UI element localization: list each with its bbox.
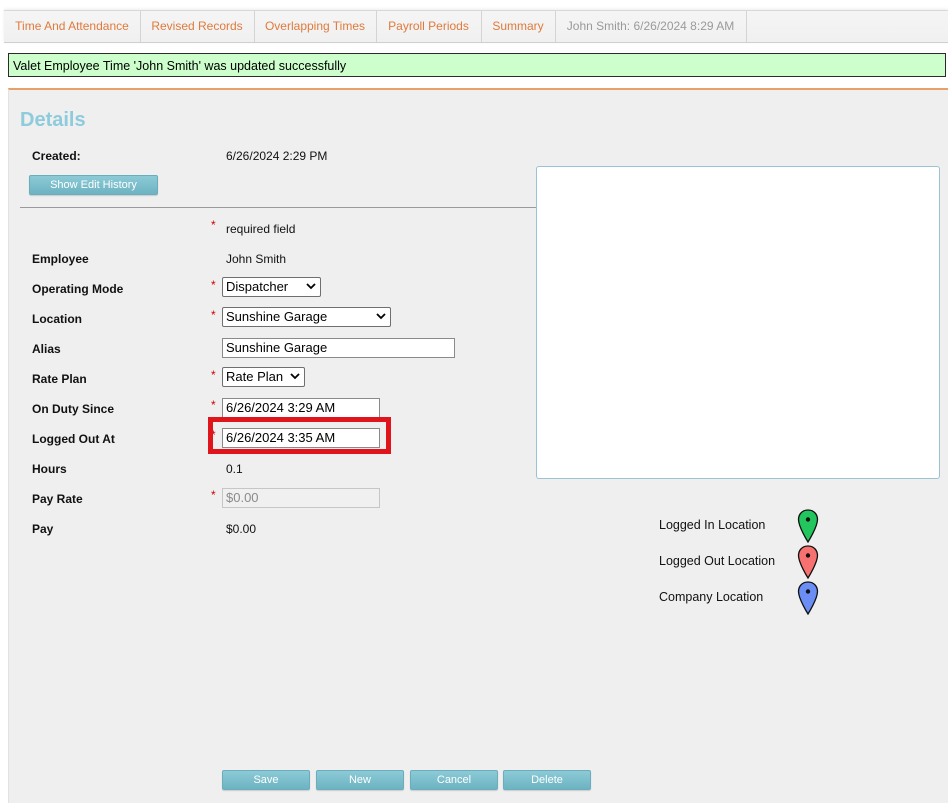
save-button[interactable]: Save bbox=[222, 770, 310, 790]
required-star: * bbox=[211, 398, 216, 412]
details-heading: Details bbox=[20, 109, 86, 131]
green-map-pin-icon bbox=[797, 509, 819, 543]
required-star: * bbox=[211, 488, 216, 502]
pay-rate-input: $0.00 bbox=[222, 488, 380, 508]
rate-plan-select[interactable]: Rate Plan bbox=[222, 367, 305, 387]
legend-logged-out-label: Logged Out Location bbox=[659, 554, 776, 568]
details-panel: Details Created: 6/26/2024 2:29 PM Show … bbox=[8, 88, 948, 803]
chevron-down-icon bbox=[290, 373, 300, 380]
divider bbox=[20, 207, 540, 208]
success-message: Valet Employee Time 'John Smith' was upd… bbox=[8, 53, 946, 77]
highlight-box bbox=[208, 417, 391, 454]
location-label: Location bbox=[32, 312, 82, 326]
required-star: * bbox=[211, 218, 216, 232]
tab-summary[interactable]: Summary bbox=[481, 11, 556, 42]
required-field-note: required field bbox=[226, 222, 296, 236]
location-selected: Sunshine Garage bbox=[226, 309, 328, 324]
chevron-down-icon bbox=[376, 313, 386, 320]
rate-plan-label: Rate Plan bbox=[32, 372, 87, 386]
tab-bar: Time And Attendance Revised Records Over… bbox=[4, 10, 948, 43]
legend-logged-in-label: Logged In Location bbox=[659, 518, 766, 532]
location-select[interactable]: Sunshine Garage bbox=[222, 307, 391, 327]
created-value: 6/26/2024 2:29 PM bbox=[226, 149, 328, 163]
operating-mode-label: Operating Mode bbox=[32, 282, 124, 296]
rate-plan-selected: Rate Plan bbox=[226, 369, 284, 384]
location-map[interactable] bbox=[536, 166, 940, 479]
legend-company-label: Company Location bbox=[659, 590, 764, 604]
chevron-down-icon bbox=[306, 283, 316, 290]
delete-button[interactable]: Delete bbox=[503, 770, 591, 790]
pay-label: Pay bbox=[32, 522, 54, 536]
required-star: * bbox=[211, 308, 216, 322]
on-duty-since-label: On Duty Since bbox=[32, 402, 115, 416]
pay-rate-label: Pay Rate bbox=[32, 492, 83, 506]
tab-revised-records[interactable]: Revised Records bbox=[140, 11, 255, 42]
hours-label: Hours bbox=[32, 462, 67, 476]
tab-payroll-periods[interactable]: Payroll Periods bbox=[376, 11, 482, 42]
new-button[interactable]: New bbox=[316, 770, 404, 790]
tab-time-and-attendance[interactable]: Time And Attendance bbox=[4, 11, 141, 42]
created-label: Created: bbox=[32, 149, 81, 163]
show-edit-history-button[interactable]: Show Edit History bbox=[29, 175, 158, 195]
required-star: * bbox=[211, 368, 216, 382]
on-duty-since-input[interactable]: 6/26/2024 3:29 AM bbox=[222, 398, 380, 418]
employee-label: Employee bbox=[32, 252, 89, 266]
red-map-pin-icon bbox=[797, 545, 819, 579]
required-star: * bbox=[211, 278, 216, 292]
blue-map-pin-icon bbox=[797, 581, 819, 615]
operating-mode-select[interactable]: Dispatcher bbox=[222, 277, 321, 297]
tab-current-record: John Smith: 6/26/2024 8:29 AM bbox=[555, 11, 747, 42]
hours-value: 0.1 bbox=[226, 462, 243, 476]
alias-input[interactable]: Sunshine Garage bbox=[222, 338, 455, 358]
pay-value: $0.00 bbox=[226, 522, 257, 536]
employee-value: John Smith bbox=[226, 252, 287, 266]
logged-out-at-label: Logged Out At bbox=[32, 432, 115, 446]
alias-label: Alias bbox=[32, 342, 61, 356]
cancel-button[interactable]: Cancel bbox=[410, 770, 498, 790]
operating-mode-selected: Dispatcher bbox=[226, 279, 289, 294]
tab-overlapping-times[interactable]: Overlapping Times bbox=[254, 11, 377, 42]
